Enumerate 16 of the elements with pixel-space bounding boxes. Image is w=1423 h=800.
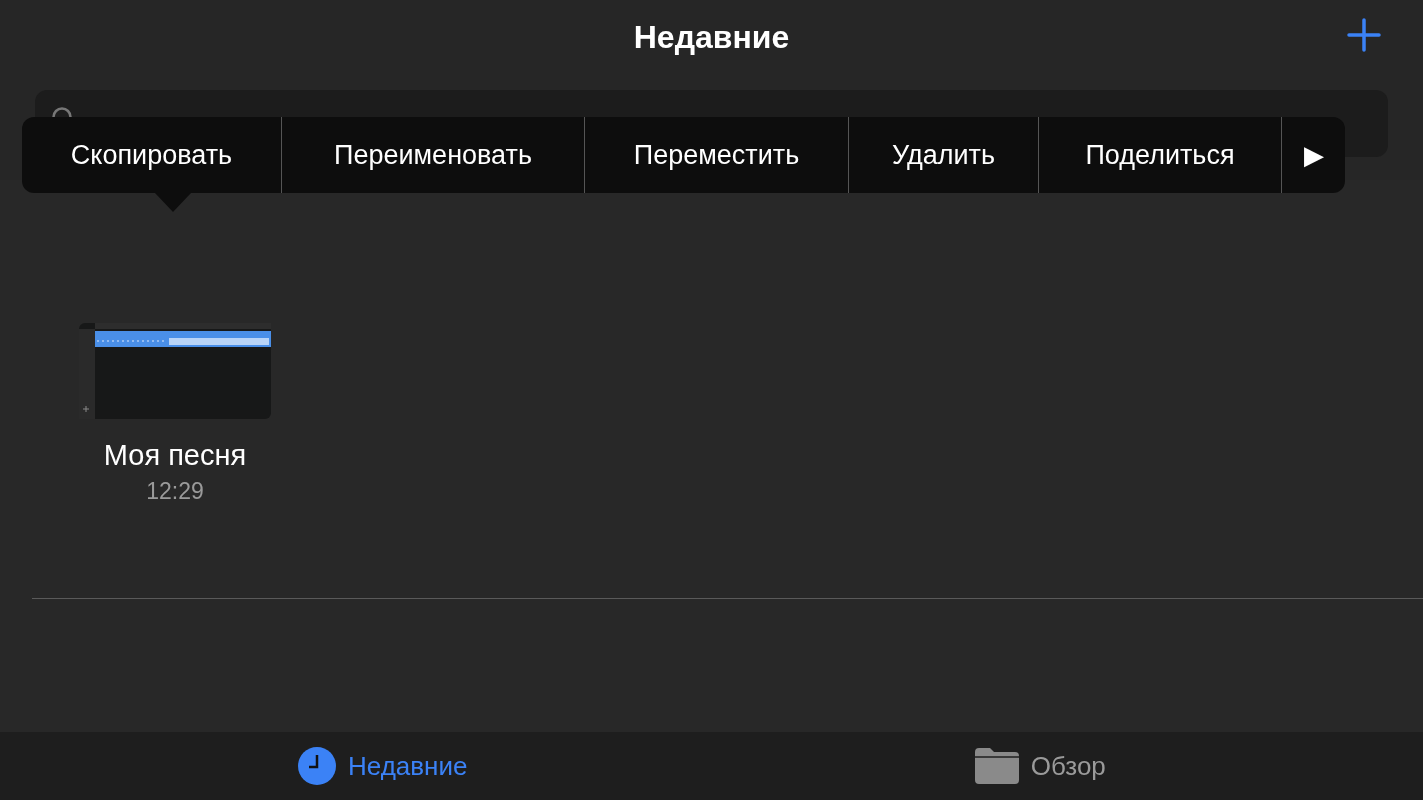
menu-item[interactable]: Поделиться bbox=[1039, 117, 1282, 193]
menu-item[interactable]: Переименовать bbox=[282, 117, 585, 193]
clock-icon bbox=[298, 747, 336, 785]
document-time: 12:29 bbox=[146, 478, 204, 505]
folder-icon bbox=[974, 748, 1019, 784]
search-icon bbox=[52, 107, 72, 117]
tab[interactable]: Недавние bbox=[0, 732, 712, 800]
page-title: Недавние bbox=[633, 19, 790, 56]
menu-item[interactable]: Удалить bbox=[849, 117, 1039, 193]
document-name: Моя песня bbox=[103, 439, 247, 472]
add-icon[interactable] bbox=[1347, 18, 1381, 52]
thumbnail-drawing[interactable] bbox=[79, 323, 271, 419]
tab[interactable]: Обзор bbox=[711, 732, 1423, 800]
more-button[interactable]: ▶ bbox=[1282, 117, 1345, 193]
menu-item[interactable]: Скопировать bbox=[22, 117, 282, 193]
menu-item[interactable]: Переместить bbox=[585, 117, 849, 193]
